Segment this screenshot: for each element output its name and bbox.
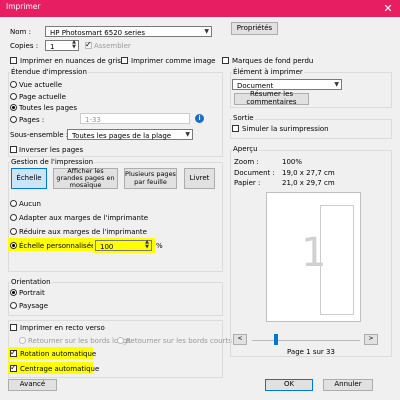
- printer-select[interactable]: HP Photosmart 6520 series ▼: [45, 26, 212, 37]
- duplex-checkbox[interactable]: [10, 324, 17, 331]
- long-edge-radio[interactable]: [19, 337, 26, 344]
- bleed-marks-label: Marques de fond perdu: [232, 57, 314, 65]
- copies-stepper[interactable]: 1 ▲ ▼: [45, 40, 79, 51]
- grayscale-label: Imprimer en nuances de gris: [20, 57, 121, 65]
- page-number-glyph: 1: [301, 230, 327, 276]
- short-edge-radio[interactable]: [117, 337, 124, 344]
- page-handling-title: Gestion de l'impression: [10, 158, 95, 166]
- pages-input-value: 1-33: [85, 115, 101, 124]
- paper-size-value: 21,0 x 29,7 cm: [282, 179, 335, 187]
- booklet-button[interactable]: Livret: [184, 168, 215, 189]
- printer-name-label: Nom :: [10, 28, 31, 36]
- bleed-marks-checkbox[interactable]: [222, 57, 229, 64]
- copies-label: Copies :: [10, 42, 39, 50]
- percent-label: %: [156, 242, 163, 250]
- orientation-title: Orientation: [10, 278, 52, 286]
- auto-center-label: Centrage automatique: [20, 365, 100, 373]
- orientation-group: [8, 282, 223, 316]
- range-current-page-radio[interactable]: [10, 93, 17, 100]
- window-title: Imprimer: [6, 2, 41, 11]
- range-pages-radio[interactable]: [10, 116, 17, 123]
- zoom-label: Zoom :: [234, 158, 259, 166]
- fit-margins-radio[interactable]: [10, 214, 17, 221]
- fit-margins-label: Adapter aux marges de l'imprimante: [19, 214, 149, 222]
- print-item-value: Document: [237, 81, 274, 90]
- page-preview: 1: [266, 192, 361, 322]
- grayscale-checkbox[interactable]: [10, 57, 17, 64]
- paper-size-label: Papier :: [234, 179, 261, 187]
- subset-label: Sous-ensemble :: [10, 131, 69, 139]
- custom-scale-label: Échelle personnalisée: [19, 242, 96, 250]
- chevron-down-icon: ▼: [204, 28, 209, 35]
- portrait-label: Portrait: [19, 289, 45, 297]
- stepper-arrows-icon[interactable]: ▲ ▼: [72, 40, 76, 50]
- zoom-value: 100%: [282, 158, 303, 166]
- auto-rotate-checkbox[interactable]: [10, 348, 17, 357]
- copies-value: 1: [50, 42, 55, 51]
- print-as-image-checkbox[interactable]: [121, 57, 128, 64]
- simulate-overprint-checkbox[interactable]: [232, 125, 239, 132]
- long-edge-label: Retourner sur les bords longs: [28, 337, 131, 345]
- print-range-title: Étendue d'impression: [10, 68, 88, 76]
- portrait-radio[interactable]: [10, 289, 17, 296]
- custom-scale-stepper[interactable]: 100 ▲ ▼: [95, 240, 152, 251]
- pages-input[interactable]: 1-33: [80, 113, 190, 124]
- shrink-margins-label: Réduire aux marges de l'imprimante: [19, 228, 147, 236]
- collate-label: Assembler: [94, 42, 131, 50]
- ok-button[interactable]: OK: [265, 379, 313, 391]
- range-current-page-label: Page actuelle: [19, 93, 66, 101]
- scale-button[interactable]: Échelle: [11, 168, 47, 189]
- close-icon[interactable]: ✕: [378, 1, 398, 16]
- print-item-title: Élément à imprimer: [232, 68, 304, 76]
- page-indicator: Page 1 sur 33: [287, 348, 335, 356]
- tile-large-pages-button[interactable]: Afficher les grandes pages en mosaïque: [53, 167, 118, 189]
- reverse-pages-checkbox[interactable]: [10, 146, 17, 153]
- output-title: Sortie: [232, 114, 255, 122]
- chevron-right-icon: >: [368, 335, 374, 343]
- range-current-view-label: Vue actuelle: [19, 81, 63, 89]
- range-all-pages-label: Toutes les pages: [19, 104, 77, 112]
- reverse-pages-label: Inverser les pages: [19, 146, 84, 154]
- auto-rotate-label: Rotation automatique: [20, 350, 97, 358]
- preview-title: Aperçu: [232, 145, 259, 153]
- duplex-label: Imprimer en recto verso: [20, 324, 105, 332]
- range-current-view-radio[interactable]: [10, 81, 17, 88]
- simulate-overprint-label: Simuler la surimpression: [242, 125, 329, 133]
- title-bar: Imprimer ✕: [0, 0, 400, 17]
- chevron-down-icon: ▼: [185, 131, 190, 138]
- chevron-down-icon: ▼: [334, 81, 339, 88]
- subset-select[interactable]: Toutes les pages de la plage ▼: [67, 129, 193, 140]
- collate-checkbox[interactable]: [85, 40, 92, 49]
- next-page-button[interactable]: >: [364, 334, 378, 345]
- custom-scale-value: 100: [100, 242, 114, 251]
- short-edge-label: Retourner sur les bords courts: [126, 337, 232, 345]
- cancel-button[interactable]: Annuler: [323, 379, 373, 391]
- document-size-value: 19,0 x 27,7 cm: [282, 169, 335, 177]
- page-slider-thumb[interactable]: [274, 334, 278, 345]
- info-icon[interactable]: i: [195, 114, 204, 123]
- chevron-left-icon: <: [237, 335, 243, 343]
- landscape-radio[interactable]: [10, 302, 17, 309]
- landscape-label: Paysage: [19, 302, 49, 310]
- printer-select-value: HP Photosmart 6520 series: [50, 28, 146, 37]
- range-all-pages-radio[interactable]: [10, 104, 17, 111]
- print-item-select[interactable]: Document ▼: [232, 79, 342, 90]
- shrink-margins-radio[interactable]: [10, 228, 17, 235]
- custom-scale-radio[interactable]: [10, 242, 17, 249]
- page-slider-track[interactable]: [252, 340, 360, 341]
- scale-none-radio[interactable]: [10, 200, 17, 207]
- subset-select-value: Toutes les pages de la plage: [72, 131, 172, 140]
- properties-button[interactable]: Propriétés: [231, 22, 278, 35]
- scale-none-label: Aucun: [19, 200, 41, 208]
- multiple-pages-button[interactable]: Plusieurs pages par feuille: [124, 168, 177, 189]
- advanced-button[interactable]: Avancé: [8, 379, 57, 391]
- document-size-label: Document :: [234, 169, 275, 177]
- auto-center-checkbox[interactable]: [10, 363, 17, 372]
- summarize-comments-button[interactable]: Résumer les commentaires: [234, 90, 309, 106]
- range-pages-label: Pages :: [19, 116, 45, 124]
- print-as-image-label: Imprimer comme image: [131, 57, 216, 65]
- previous-page-button[interactable]: <: [233, 334, 247, 345]
- stepper-arrows-icon[interactable]: ▲ ▼: [145, 240, 149, 250]
